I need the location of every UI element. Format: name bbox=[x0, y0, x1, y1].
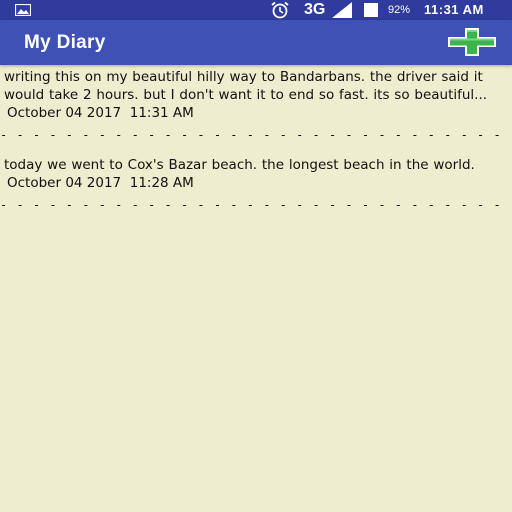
status-clock: 11:31 AM bbox=[424, 2, 484, 17]
diary-entry[interactable]: today we went to Cox's Bazar beach. the … bbox=[0, 156, 510, 192]
diary-entry-list: writing this on my beautiful hilly way t… bbox=[0, 68, 512, 214]
network-type: 3G bbox=[304, 1, 326, 18]
entry-divider: - - - - - - - - - - - - - - - - - - - - … bbox=[0, 128, 512, 142]
gallery-notification-icon bbox=[15, 4, 31, 16]
app-title: My Diary bbox=[24, 32, 106, 53]
status-bar: 3G 92% 11:31 AM bbox=[0, 0, 512, 20]
app-bar: My Diary bbox=[0, 20, 512, 65]
entry-divider: - - - - - - - - - - - - - - - - - - - - … bbox=[0, 198, 512, 212]
entry-text: writing this on my beautiful hilly way t… bbox=[4, 69, 488, 103]
alarm-icon bbox=[271, 1, 289, 19]
signal-icon bbox=[332, 2, 352, 18]
entry-date: October 04 2017 11:31 AM bbox=[7, 105, 194, 121]
add-entry-button[interactable] bbox=[448, 28, 496, 56]
diary-entry[interactable]: writing this on my beautiful hilly way t… bbox=[0, 68, 510, 122]
entry-date: October 04 2017 11:28 AM bbox=[7, 175, 194, 191]
add-plus-icon bbox=[448, 28, 496, 56]
entry-text: today we went to Cox's Bazar beach. the … bbox=[4, 157, 475, 173]
battery-icon bbox=[364, 3, 378, 17]
battery-level: 92% bbox=[388, 4, 411, 16]
